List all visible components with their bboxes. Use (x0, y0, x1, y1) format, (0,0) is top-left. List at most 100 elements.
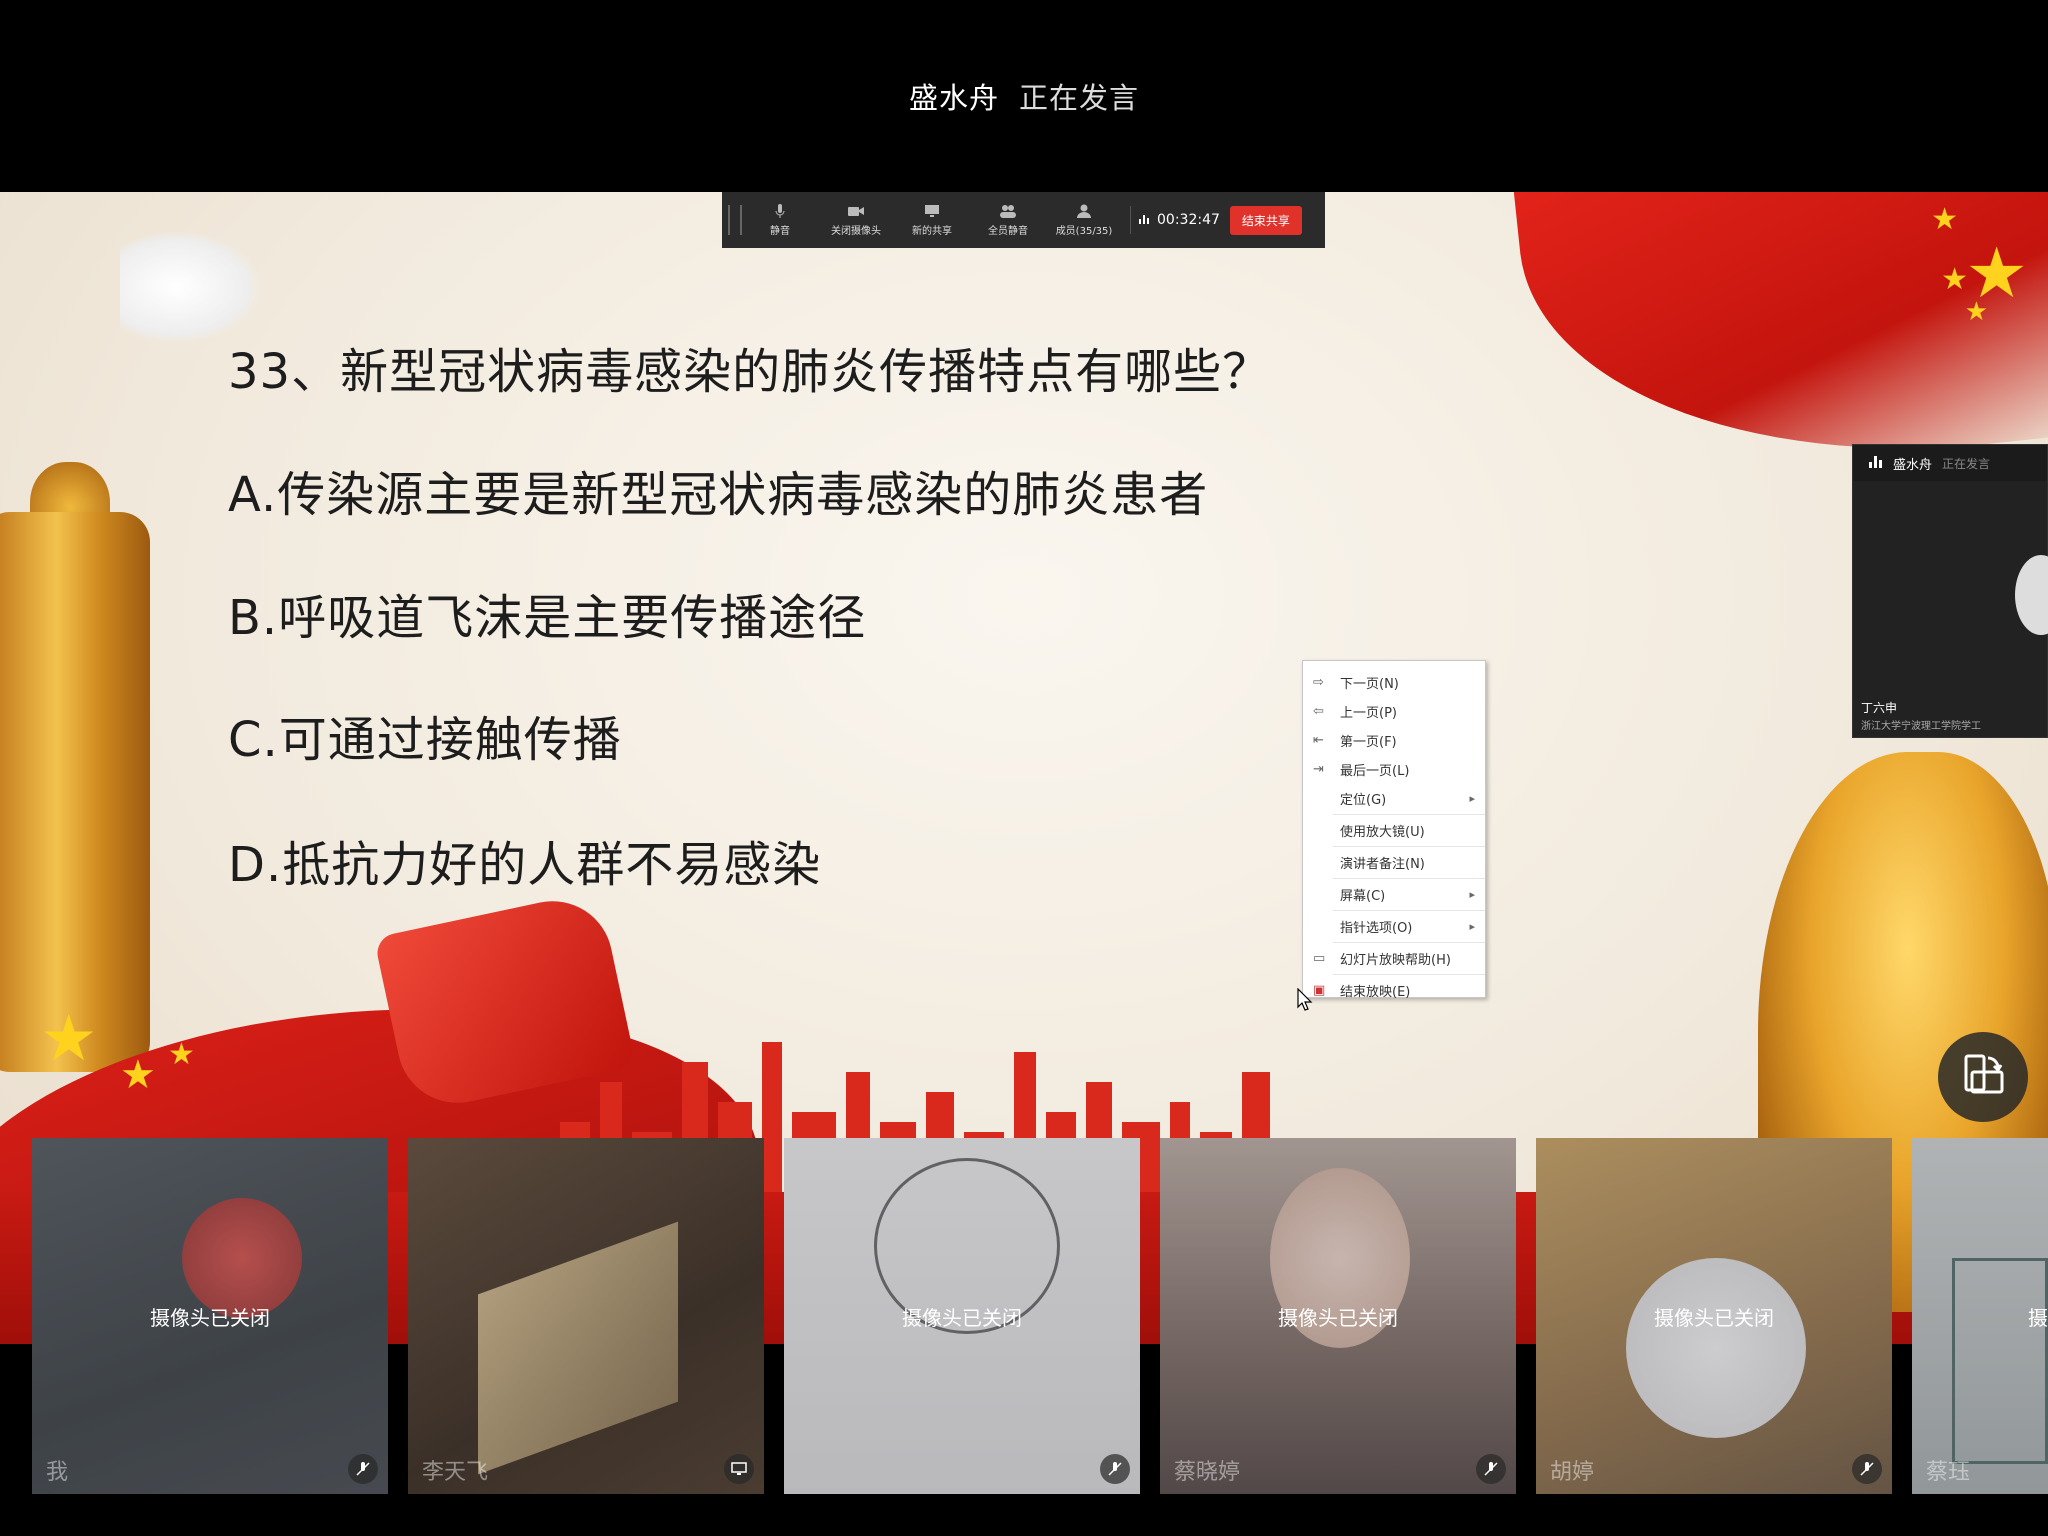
menu-label: 上一页(P) (1340, 706, 1397, 721)
toolbar-divider (1130, 206, 1131, 234)
star-decoration: ★ (1931, 202, 1958, 237)
option-a: A.传染源主要是新型冠状病毒感染的肺炎患者 (228, 455, 1208, 525)
option-key: B. (228, 590, 279, 646)
members-icon (1076, 204, 1092, 218)
members-button[interactable]: 成员(35/35) (1046, 204, 1122, 237)
star-decoration: ★ (40, 1002, 98, 1076)
star-decoration: ★ (120, 1052, 156, 1098)
star-decoration: ★ (1964, 297, 1988, 327)
camera-off-label: 关闭摄像头 (831, 225, 881, 237)
drag-handle[interactable] (728, 205, 742, 235)
participant-tile[interactable]: 摄像头已关闭 (784, 1138, 1140, 1494)
menu-label: 屏幕(C) (1340, 889, 1386, 904)
option-key: C. (228, 712, 279, 768)
camera-off-label: 摄像头已关闭 (902, 1306, 1022, 1330)
option-c: C.可通过接触传播 (228, 700, 622, 770)
menu-label: 下一页(N) (1340, 677, 1399, 692)
new-share-label: 新的共享 (912, 225, 952, 237)
avatar (2015, 555, 2048, 635)
menu-divider (1333, 878, 1485, 879)
video-panel-header: 盛水舟 正在发言 (1853, 445, 2047, 481)
mic-icon (772, 203, 788, 218)
mute-label: 静音 (770, 225, 790, 237)
participant-tile[interactable]: 摄 蔡珏 (1912, 1138, 2048, 1494)
last-page-icon: ⇥ (1313, 762, 1324, 777)
new-share-button[interactable]: 新的共享 (894, 204, 970, 237)
participant-name: 蔡晓婷 (1174, 1460, 1241, 1485)
menu-label: 使用放大镜(U) (1340, 825, 1425, 840)
members-label: 成员(35/35) (1055, 225, 1113, 237)
rotate-screen-icon (1958, 1050, 2008, 1104)
star-decoration: ★ (168, 1037, 195, 1072)
participant-name: 蔡珏 (1926, 1460, 1971, 1485)
option-key: D. (228, 837, 283, 893)
mic-muted-icon (348, 1454, 378, 1484)
menu-item-help[interactable]: ▭ 幻灯片放映帮助(H) (1303, 944, 1485, 973)
meeting-timer: 00:32:47 (1139, 212, 1220, 228)
camera-off-button[interactable]: 关闭摄像头 (818, 204, 894, 237)
menu-divider (1333, 846, 1485, 847)
mic-muted-icon (1100, 1454, 1130, 1484)
menu-item-last[interactable]: ⇥ 最后一页(L) (1303, 755, 1485, 784)
participant-tile[interactable]: 摄像头已关闭 胡婷 (1536, 1138, 1892, 1494)
menu-item-next[interactable]: ⇨ 下一页(N) (1303, 668, 1485, 697)
submenu-arrow-icon: ▸ (1469, 920, 1475, 933)
menu-item-magnifier[interactable]: 使用放大镜(U) (1303, 816, 1485, 845)
camera-off-label: 摄像头已关闭 (150, 1306, 270, 1330)
menu-label: 结束放映(E) (1340, 985, 1411, 1000)
video-participant-org: 浙江大学宁波理工学院学工 (1861, 721, 1981, 732)
menu-item-first[interactable]: ⇤ 第一页(F) (1303, 726, 1485, 755)
question-title: 33、新型冠状病毒感染的肺炎传播特点有哪些？ (228, 344, 1272, 400)
menu-item-end-show[interactable]: ▣ 结束放映(E) (1303, 976, 1485, 1005)
meeting-toolbar: 静音 关闭摄像头 新的共享 全员静音 成员(35/35) 00:32:47 结束… (722, 192, 1325, 248)
participant-tile-selected[interactable]: 李天飞 (408, 1138, 764, 1494)
participant-tile[interactable]: 摄像头已关闭 蔡晓婷 (1160, 1138, 1516, 1494)
arrow-right-icon: ⇨ (1313, 675, 1324, 690)
camera-off-label: 摄 (2028, 1306, 2048, 1330)
menu-label: 演讲者备注(N) (1340, 857, 1425, 872)
menu-label: 最后一页(L) (1340, 764, 1410, 779)
mic-muted-icon (1852, 1454, 1882, 1484)
star-decoration: ★ (1941, 262, 1968, 297)
menu-label: 指针选项(O) (1340, 921, 1413, 936)
switch-layout-button[interactable] (1938, 1032, 2028, 1122)
video-speaker-status: 正在发言 (1942, 456, 1991, 471)
screen-icon (724, 1454, 754, 1484)
menu-divider (1333, 942, 1485, 943)
participant-tile[interactable]: 摄像头已关闭 我 (32, 1138, 388, 1494)
menu-label: 定位(G) (1340, 793, 1387, 808)
menu-label: 第一页(F) (1340, 735, 1397, 750)
end-show-icon: ▣ (1313, 983, 1326, 998)
option-text: 呼吸道飞沫是主要传播途径 (278, 590, 867, 646)
menu-item-pointer-options[interactable]: 指针选项(O) ▸ (1303, 912, 1485, 941)
submenu-arrow-icon: ▸ (1469, 888, 1475, 901)
end-share-button[interactable]: 结束共享 (1229, 205, 1302, 235)
mute-all-button[interactable]: 全员静音 (970, 204, 1046, 237)
option-text: 传染源主要是新型冠状病毒感染的肺炎患者 (277, 467, 1209, 523)
pillar-decoration (0, 512, 150, 1072)
menu-divider (1333, 910, 1485, 911)
option-key: A. (228, 467, 278, 523)
camera-off-label: 摄像头已关闭 (1654, 1306, 1774, 1330)
option-text: 可通过接触传播 (278, 712, 622, 768)
speaker-bar: 盛水舟 正在发言 (0, 0, 2048, 192)
share-screen-icon (924, 204, 940, 218)
menu-divider (1333, 974, 1485, 975)
menu-item-prev[interactable]: ⇦ 上一页(P) (1303, 697, 1485, 726)
menu-item-presenter-notes[interactable]: 演讲者备注(N) (1303, 848, 1485, 877)
speaker-video-panel[interactable]: 盛水舟 正在发言 丁六申 浙江大学宁波理工学院学工 (1852, 444, 2048, 738)
menu-divider (1333, 814, 1485, 815)
mute-button[interactable]: 静音 (742, 203, 818, 237)
mute-all-label: 全员静音 (988, 225, 1028, 237)
menu-item-screen[interactable]: 屏幕(C) ▸ (1303, 880, 1485, 909)
option-b: B.呼吸道飞沫是主要传播途径 (228, 578, 866, 648)
first-page-icon: ⇤ (1313, 733, 1324, 748)
slideshow-context-menu: ⇨ 下一页(N) ⇦ 上一页(P) ⇤ 第一页(F) ⇥ 最后一页(L) 定位(… (1302, 660, 1486, 1000)
signal-icon (1869, 454, 1883, 472)
speaker-name: 盛水舟 (908, 81, 999, 115)
option-text: 抵抗力好的人群不易感染 (282, 837, 822, 893)
camera-off-label: 摄像头已关闭 (1278, 1306, 1398, 1330)
participant-name: 胡婷 (1550, 1460, 1595, 1485)
menu-label: 幻灯片放映帮助(H) (1340, 953, 1451, 968)
menu-item-goto[interactable]: 定位(G) ▸ (1303, 784, 1485, 813)
